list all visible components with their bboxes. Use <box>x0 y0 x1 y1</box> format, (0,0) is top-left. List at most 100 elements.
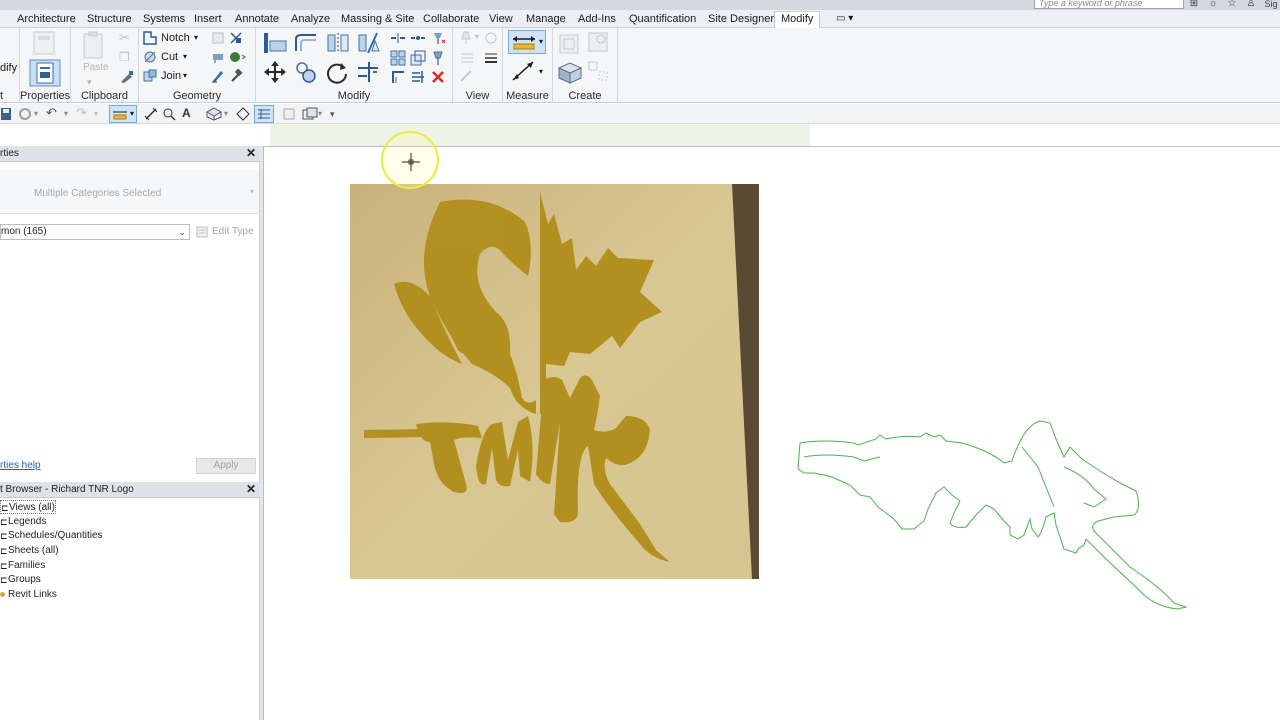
tree-expand-icon[interactable]: ⊏ <box>0 529 8 543</box>
notch-dropdown-icon[interactable]: ▾ <box>194 30 198 46</box>
measure-panel-label[interactable]: Measure <box>503 90 552 102</box>
clipboard-panel-label[interactable]: Clipboard <box>71 90 138 102</box>
tab-view[interactable]: View <box>489 12 513 28</box>
split-face-icon[interactable] <box>229 31 243 45</box>
modify-tool-label[interactable]: dify <box>0 60 17 76</box>
switch-windows-icon[interactable] <box>302 107 318 121</box>
mirror-draw-axis-icon[interactable] <box>355 31 381 55</box>
rotate-icon[interactable] <box>324 60 350 84</box>
join-icon[interactable] <box>143 69 157 83</box>
tab-modify[interactable]: Modify <box>774 11 821 29</box>
tree-expand-icon[interactable]: ⊏ <box>0 559 8 573</box>
create-panel-label[interactable]: Create <box>553 90 617 102</box>
binoculars-icon[interactable]: ⊞ <box>1188 0 1200 9</box>
search-input[interactable]: Type a keyword or phrase <box>1034 0 1184 9</box>
tree-expand-icon[interactable]: ⊏ <box>0 544 8 558</box>
tree-item-families[interactable]: ⊏ Families <box>0 559 120 573</box>
unpin-icon[interactable] <box>430 31 446 45</box>
type-selector-dropdown-icon[interactable]: ▾ <box>250 187 254 196</box>
tab-quantification[interactable]: Quantification <box>629 12 696 28</box>
hammer-icon[interactable] <box>229 69 243 83</box>
switch-windows-dropdown-icon[interactable]: ▾ <box>318 106 322 122</box>
tab-annotate[interactable]: Annotate <box>235 12 279 28</box>
line-weights-icon[interactable] <box>483 50 499 64</box>
close-hidden-windows-icon[interactable] <box>282 107 296 121</box>
save-icon[interactable] <box>0 107 12 121</box>
create-parts-icon[interactable] <box>587 31 611 55</box>
view-panel-label[interactable]: View <box>453 90 502 102</box>
redo-dropdown-icon[interactable]: ▾ <box>94 106 98 122</box>
drawing-canvas[interactable] <box>264 131 1280 720</box>
tab-site-designer[interactable]: Site Designer <box>708 12 774 28</box>
text-tool-icon[interactable]: A <box>182 105 191 121</box>
measure-dropdown-icon[interactable]: ▾ <box>539 34 543 50</box>
cut-profile-icon[interactable] <box>459 69 475 83</box>
copy-icon[interactable]: ❐ <box>119 49 130 65</box>
favorites-icon[interactable]: ☆ <box>1226 0 1238 9</box>
tree-item-groups[interactable]: ⊏ Groups <box>0 573 120 587</box>
delete-icon[interactable] <box>430 69 446 85</box>
create-group-icon[interactable] <box>556 60 584 84</box>
move-icon[interactable] <box>262 60 288 84</box>
align-icon[interactable] <box>262 31 288 55</box>
apply-button[interactable]: Apply <box>196 458 256 474</box>
tnr-model-lines[interactable] <box>794 417 1194 617</box>
edit-type-button[interactable]: Edit Type <box>194 224 256 240</box>
tree-item-views[interactable]: ⊏ Views (all) <box>0 500 56 514</box>
subscription-icon[interactable]: ☼ <box>1207 0 1219 9</box>
sign-in-link[interactable]: Sig <box>1262 0 1280 9</box>
sync-icon[interactable] <box>18 107 32 121</box>
paste-dropdown-icon[interactable]: ▾ <box>87 74 92 90</box>
tab-systems[interactable]: Systems <box>143 12 185 28</box>
copy-element-icon[interactable] <box>293 60 319 84</box>
panel-toggle-icon[interactable]: ▭ ▾ <box>836 12 853 28</box>
tree-expand-icon[interactable]: ⊏ <box>1 501 9 515</box>
linework-icon[interactable] <box>459 50 475 64</box>
measure-qat-icon[interactable] <box>112 108 128 120</box>
tab-manage[interactable]: Manage <box>526 12 566 28</box>
tab-insert[interactable]: Insert <box>194 12 222 28</box>
notch-icon[interactable] <box>143 31 157 45</box>
tree-item-revit-links[interactable]: Revit Links <box>0 588 120 602</box>
create-similar-icon[interactable] <box>587 60 611 84</box>
close-icon[interactable]: ✕ <box>246 482 256 497</box>
redo-icon[interactable]: ↷ <box>76 105 87 121</box>
mirror-pick-axis-icon[interactable] <box>324 31 350 55</box>
edit-profile-icon[interactable] <box>211 69 225 83</box>
cut-scissors-icon[interactable]: ✂ <box>119 30 130 46</box>
match-properties-icon[interactable] <box>119 70 135 84</box>
thin-lines-icon[interactable] <box>257 108 271 120</box>
split-gap-icon[interactable] <box>410 31 426 45</box>
modify-panel-label[interactable]: Modify <box>256 90 452 102</box>
default-3d-view-icon[interactable] <box>206 107 222 121</box>
measure-along-element-icon[interactable] <box>511 60 537 82</box>
undo-dropdown-icon[interactable]: ▾ <box>64 106 68 122</box>
tab-collaborate[interactable]: Collaborate <box>423 12 479 28</box>
pin-icon[interactable] <box>430 50 446 66</box>
logo-photo-image[interactable] <box>350 184 759 579</box>
geometry-panel-label[interactable]: Geometry <box>139 90 255 102</box>
measure-along-dropdown-icon[interactable]: ▾ <box>539 64 543 80</box>
measure-between-references-icon[interactable] <box>511 33 537 51</box>
notch-label[interactable]: Notch <box>161 30 190 46</box>
tab-architecture[interactable]: Architecture <box>17 12 76 28</box>
measure-qat-dropdown-icon[interactable]: ▾ <box>130 106 134 122</box>
paint-icon[interactable] <box>211 50 225 64</box>
customize-qat-icon[interactable]: ▾ <box>330 106 335 122</box>
demolish-icon[interactable] <box>229 50 247 64</box>
join-label[interactable]: Join <box>161 68 181 84</box>
trim-corner-icon[interactable] <box>390 69 406 85</box>
tag-by-category-icon[interactable] <box>162 107 176 121</box>
properties-icon[interactable] <box>29 59 61 87</box>
tree-expand-icon[interactable]: ⊏ <box>0 573 8 587</box>
3d-view-dropdown-icon[interactable]: ▾ <box>224 106 228 122</box>
offset-icon[interactable] <box>293 31 319 55</box>
tree-item-legends[interactable]: ⊏ Legends <box>0 515 120 529</box>
tab-structure[interactable]: Structure <box>87 12 132 28</box>
type-properties-icon[interactable] <box>30 30 58 56</box>
tree-item-sheets[interactable]: ⊏ Sheets (all) <box>0 544 120 558</box>
cut-label[interactable]: Cut <box>161 49 178 65</box>
close-icon[interactable]: ✕ <box>246 146 256 161</box>
tree-item-schedules[interactable]: ⊏ Schedules/Quantities <box>0 529 140 543</box>
type-selector[interactable]: Multiple Categories Selected ▾ <box>0 170 258 214</box>
